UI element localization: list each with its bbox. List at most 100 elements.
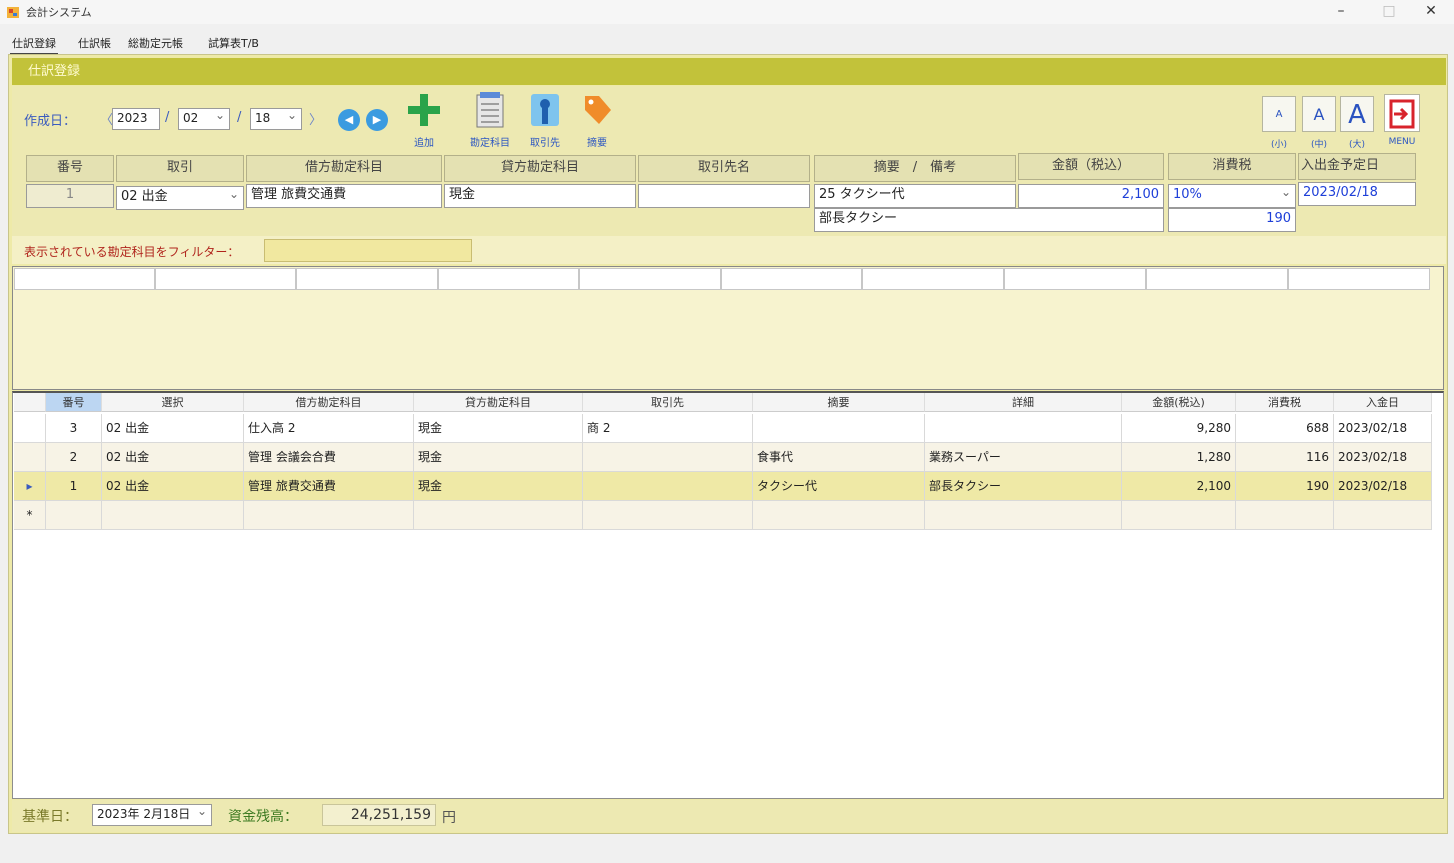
cell-credit[interactable] — [414, 501, 583, 530]
cell-date[interactable]: 2023/02/18 — [1334, 443, 1432, 472]
account-list-cell[interactable] — [155, 268, 296, 290]
cell-date[interactable]: 2023/02/18 — [1334, 414, 1432, 443]
transaction-select[interactable]: 02 出金 — [116, 184, 244, 210]
cell-summary[interactable]: 食事代 — [753, 443, 925, 472]
cell-detail[interactable] — [925, 501, 1122, 530]
grid-header-credit[interactable]: 貸方勘定科目 — [414, 393, 583, 412]
account-list-cell[interactable] — [579, 268, 721, 290]
day-select[interactable]: 18 — [250, 106, 302, 130]
cell-detail[interactable]: 業務スーパー — [925, 443, 1122, 472]
cell-kind[interactable]: 02 出金 — [102, 472, 244, 501]
table-row[interactable]: 2 02 出金 管理 会議会合費 現金 食事代 業務スーパー 1,280 116… — [14, 443, 1432, 472]
account-list-cell[interactable] — [862, 268, 1004, 290]
prev-day-button[interactable]: ◀ — [338, 109, 360, 131]
cell-number[interactable]: 2 — [46, 443, 102, 472]
next-day-button[interactable]: ▶ — [366, 109, 388, 131]
next-bracket-icon[interactable]: 〉 — [309, 109, 322, 128]
cell-amount[interactable]: 1,280 — [1122, 443, 1236, 472]
grid-header-partner[interactable]: 取引先 — [583, 393, 753, 412]
tax-rate-select[interactable]: 10% — [1168, 182, 1296, 208]
cell-partner[interactable] — [583, 501, 753, 530]
cell-debit[interactable]: 仕入高 2 — [244, 414, 414, 443]
cell-credit[interactable]: 現金 — [414, 443, 583, 472]
row-marker[interactable]: * — [14, 501, 46, 530]
cell-number[interactable]: 3 — [46, 414, 102, 443]
amount-input[interactable]: 2,100 — [1018, 184, 1164, 208]
minimize-button[interactable]: – — [1318, 0, 1364, 24]
cell-detail[interactable] — [925, 414, 1122, 443]
table-row-selected[interactable]: ▸ 1 02 出金 管理 旅費交通費 現金 タクシー代 部長タクシー 2,100… — [14, 472, 1432, 501]
font-small-button[interactable]: A — [1262, 96, 1296, 132]
grid-header-detail[interactable]: 詳細 — [925, 393, 1122, 412]
cell-credit[interactable]: 現金 — [414, 472, 583, 501]
maximize-button[interactable]: □ — [1366, 0, 1412, 24]
grid-header-date[interactable]: 入金日 — [1334, 393, 1432, 412]
font-large-button[interactable]: A — [1340, 96, 1374, 132]
tax-amount-field[interactable]: 190 — [1168, 208, 1296, 232]
cell-summary[interactable] — [753, 414, 925, 443]
account-list-cell[interactable] — [14, 268, 155, 290]
summary-input[interactable]: 25 タクシー代 — [814, 184, 1016, 208]
cell-summary[interactable] — [753, 501, 925, 530]
summary-button[interactable]: 摘要 — [573, 92, 621, 149]
tab-trial-balance[interactable]: 試算表T/B — [206, 33, 261, 53]
grid-header-summary[interactable]: 摘要 — [753, 393, 925, 412]
row-marker[interactable] — [14, 443, 46, 472]
cell-partner[interactable] — [583, 443, 753, 472]
cell-detail[interactable]: 部長タクシー — [925, 472, 1122, 501]
cell-amount[interactable] — [1122, 501, 1236, 530]
cell-amount[interactable]: 2,100 — [1122, 472, 1236, 501]
grid-header-number[interactable]: 番号 — [46, 393, 102, 412]
account-button[interactable]: 勘定科目 — [466, 92, 514, 149]
grid-header-amount[interactable]: 金額(税込) — [1122, 393, 1236, 412]
cell-debit[interactable]: 管理 旅費交通費 — [244, 472, 414, 501]
tab-general-ledger[interactable]: 総勘定元帳 — [126, 33, 185, 53]
row-marker[interactable]: ▸ — [14, 472, 46, 501]
partner-input[interactable] — [638, 184, 810, 208]
partner-button[interactable]: 取引先 — [521, 92, 569, 149]
font-medium-button[interactable]: A — [1302, 96, 1336, 132]
cell-credit[interactable]: 現金 — [414, 414, 583, 443]
tab-journal-entry[interactable]: 仕訳登録 — [10, 33, 58, 54]
base-date-picker[interactable]: 2023年 2月18日 — [92, 802, 212, 826]
cell-tax[interactable]: 688 — [1236, 414, 1334, 443]
grid-header-kind[interactable]: 選択 — [102, 393, 244, 412]
add-button[interactable]: 追加 — [400, 92, 448, 149]
cell-tax[interactable]: 116 — [1236, 443, 1334, 472]
close-button[interactable]: ✕ — [1408, 0, 1454, 24]
grid-header-debit[interactable]: 借方勘定科目 — [244, 393, 414, 412]
account-list-cell[interactable] — [1288, 268, 1430, 290]
account-list-cell[interactable] — [1146, 268, 1288, 290]
year-input[interactable]: 2023 — [112, 108, 160, 130]
cell-number[interactable]: 1 — [46, 472, 102, 501]
table-row-new[interactable]: * — [14, 501, 1432, 530]
cell-number[interactable] — [46, 501, 102, 530]
tab-journal[interactable]: 仕訳帳 — [76, 33, 113, 53]
cell-kind[interactable] — [102, 501, 244, 530]
account-filter-input[interactable] — [264, 239, 472, 262]
cell-debit[interactable]: 管理 会議会合費 — [244, 443, 414, 472]
account-list-cell[interactable] — [296, 268, 438, 290]
due-date-input[interactable]: 2023/02/18 — [1298, 182, 1416, 206]
account-list-cell[interactable] — [438, 268, 579, 290]
row-marker[interactable] — [14, 414, 46, 443]
cell-summary[interactable]: タクシー代 — [753, 472, 925, 501]
cell-tax[interactable] — [1236, 501, 1334, 530]
month-select[interactable]: 02 — [178, 106, 230, 130]
debit-account-input[interactable]: 管理 旅費交通費 — [246, 184, 442, 208]
cell-debit[interactable] — [244, 501, 414, 530]
cell-partner[interactable] — [583, 472, 753, 501]
table-row[interactable]: 3 02 出金 仕入高 2 現金 商 2 9,280 688 2023/02/1… — [14, 414, 1432, 443]
remark-input[interactable]: 部長タクシー — [814, 208, 1164, 232]
cell-date[interactable] — [1334, 501, 1432, 530]
credit-account-input[interactable]: 現金 — [444, 184, 636, 208]
cell-kind[interactable]: 02 出金 — [102, 443, 244, 472]
grid-header-tax[interactable]: 消費税 — [1236, 393, 1334, 412]
exit-button[interactable] — [1384, 94, 1420, 132]
cell-date[interactable]: 2023/02/18 — [1334, 472, 1432, 501]
cell-partner[interactable]: 商 2 — [583, 414, 753, 443]
account-list-cell[interactable] — [1004, 268, 1146, 290]
cell-tax[interactable]: 190 — [1236, 472, 1334, 501]
account-list-cell[interactable] — [721, 268, 862, 290]
cell-amount[interactable]: 9,280 — [1122, 414, 1236, 443]
